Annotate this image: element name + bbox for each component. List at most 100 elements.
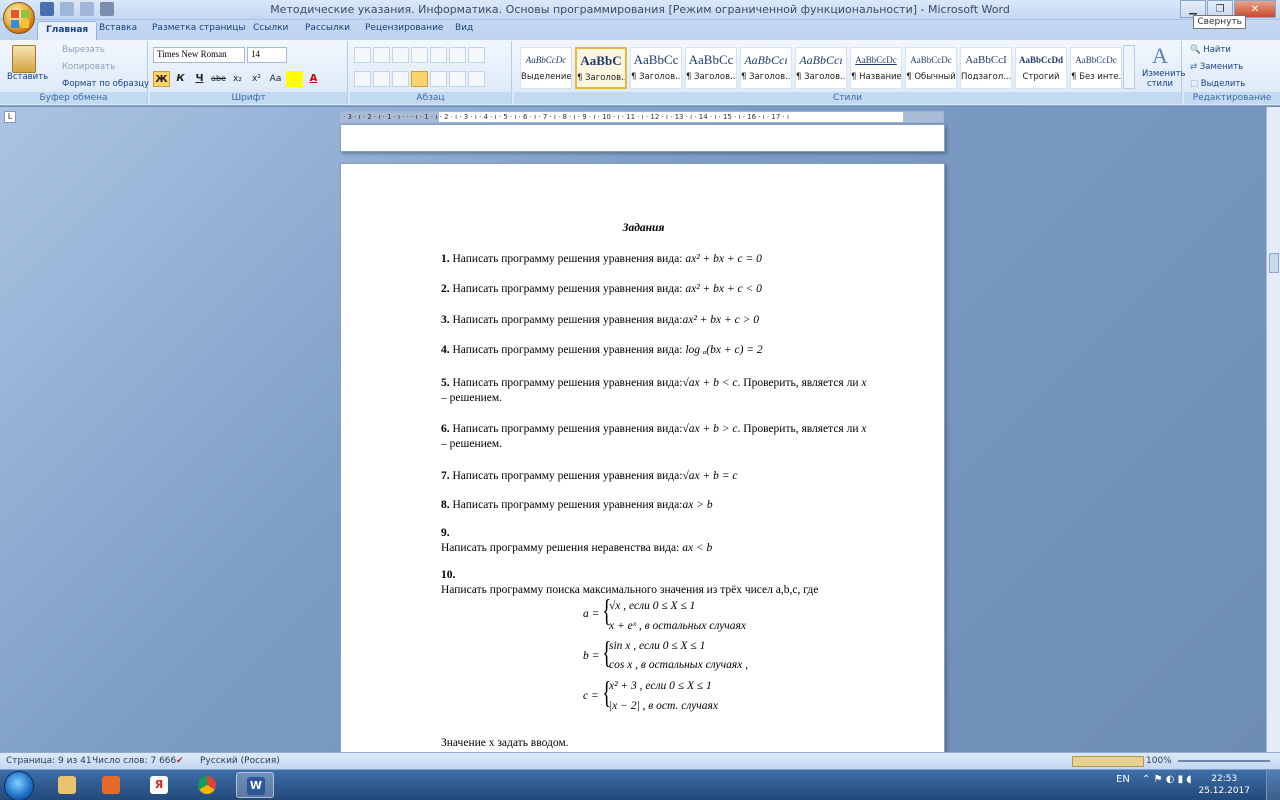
clock-time: 22:53 [1211,774,1238,784]
taskbar-chrome[interactable] [188,772,226,798]
style-item[interactable]: AaBbCcDc Выделение [520,47,572,89]
vertical-scrollbar[interactable] [1266,107,1280,752]
tab-view[interactable]: Вид [455,23,473,33]
styles-scroll-icon[interactable] [1123,45,1135,89]
paste-icon[interactable] [12,45,36,73]
bold-button[interactable]: Ж [153,71,170,87]
sort-icon[interactable] [449,47,466,63]
word-icon: W [247,777,265,795]
shading-icon[interactable] [449,71,466,87]
font-name-select[interactable]: Times New Roman [153,47,245,63]
taskbar-word[interactable]: W [236,772,274,798]
start-button[interactable] [4,771,34,800]
task-text: Написать программу решения уравнения вид… [452,423,683,435]
select-button[interactable]: ⬚ Выделить [1190,79,1245,89]
font-color-button[interactable]: A [305,71,322,87]
document-page[interactable]: Задания 1. Написать программу решения ур… [340,163,945,752]
change-styles-button[interactable]: A Изменить стили [1142,43,1186,89]
tab-page-layout[interactable]: Разметка страницы [152,23,246,33]
tab-home[interactable]: Главная [37,21,98,40]
task-7: 7. Написать программу решения уравнения … [441,469,911,484]
style-item[interactable]: AaBbCcDc ¶ Без инте... [1070,47,1122,89]
replace-button[interactable]: ⇄ Заменить [1190,62,1243,72]
tab-references[interactable]: Ссылки [253,23,288,33]
change-case-button[interactable]: Aa [267,71,284,87]
scrollbar-thumb[interactable] [1269,253,1279,273]
document-area[interactable]: L · 3 · ı · 2 · ı · 1 · ı · · · ı · 1 · … [0,107,1266,752]
show-marks-icon[interactable] [468,47,485,63]
style-item[interactable]: AaBbCc ¶ Заголов... [630,47,682,89]
chrome-icon [198,776,216,794]
spellcheck-icon[interactable]: ✔ [176,756,184,766]
piecewise-a-name: a = [583,608,600,620]
status-language[interactable]: Русский (Россия) [200,756,280,766]
increase-indent-icon[interactable] [430,47,447,63]
style-item[interactable]: AaBbCcı ¶ Заголов... [740,47,792,89]
task-text: Написать программу поиска максимального … [441,584,819,596]
tab-selector-button[interactable]: L [4,111,16,123]
zoom-slider[interactable] [1178,760,1270,762]
line-spacing-icon[interactable] [430,71,447,87]
highlight-color-icon[interactable] [286,71,303,87]
task-number: 7. [441,470,450,482]
strikethrough-button[interactable]: abe [210,71,227,87]
tray-icons[interactable]: ⌃ ⚑ ◐ ▮ ◖ [1142,774,1192,785]
style-item[interactable]: AaBbC ¶ Заголов... [575,47,627,89]
taskbar-yandex[interactable]: Я [140,772,178,798]
justify-icon[interactable] [411,71,428,87]
multilevel-list-icon[interactable] [392,47,409,63]
style-item[interactable]: AaBbCcı ¶ Заголов... [795,47,847,89]
task-5: 5. Написать программу решения уравнения … [441,376,911,406]
style-sample: AaBbCcı [744,53,788,67]
bullets-icon[interactable] [354,47,371,63]
windows-taskbar: Я W EN ⌃ ⚑ ◐ ▮ ◖ 22:53 25.12.2017 [0,769,1280,800]
cut-button[interactable]: Вырезать [62,45,105,55]
taskbar-media-player[interactable] [92,772,130,798]
show-desktop-button[interactable] [1266,770,1280,800]
align-right-icon[interactable] [392,71,409,87]
find-icon: 🔍 [1190,45,1201,55]
paste-button[interactable]: Вставить [7,72,48,82]
ribbon: Вставить Вырезать Копировать Формат по о… [0,40,1280,106]
style-item[interactable]: AaBbCcDd Строгий [1015,47,1067,89]
status-page[interactable]: Страница: 9 из 41 [6,756,92,766]
align-left-icon[interactable] [354,71,371,87]
task-text-after: . Проверить, является ли [737,377,859,389]
horizontal-ruler[interactable]: · 3 · ı · 2 · ı · 1 · ı · · · ı · 1 · ı … [340,111,944,123]
task-formula: √ax + b = c [682,470,738,482]
superscript-button[interactable]: x² [248,71,265,87]
decrease-indent-icon[interactable] [411,47,428,63]
style-item[interactable]: AaBbCcI Подзагол... [960,47,1012,89]
clock[interactable]: 22:53 25.12.2017 [1198,773,1250,797]
tab-insert[interactable]: Вставка [99,23,137,33]
taskbar-explorer[interactable] [48,772,86,798]
tab-mailings[interactable]: Рассылки [305,23,350,33]
task-number: 4. [441,344,450,356]
format-painter-button[interactable]: Формат по образцу [62,79,149,89]
style-item[interactable]: AaBbCcDc ¶ Название [850,47,902,89]
office-button[interactable] [3,2,35,34]
numbering-icon[interactable] [373,47,390,63]
font-size-select[interactable]: 14 [247,47,287,63]
task-number: 8. [441,499,450,511]
copy-button[interactable]: Копировать [62,62,115,72]
piecewise-c-case2: |x − 2| , в ост. случаях [609,700,718,712]
borders-icon[interactable] [468,71,485,87]
align-center-icon[interactable] [373,71,390,87]
style-item[interactable]: AaBbCcDc ¶ Обычный [905,47,957,89]
style-sample: AaBbCcDc [855,55,897,65]
minimize-tooltip: Свернуть [1193,15,1246,29]
subscript-button[interactable]: x₂ [229,71,246,87]
find-button[interactable]: 🔍 Найти [1190,45,1231,55]
view-buttons[interactable] [1072,756,1144,767]
task-number: 10. [441,569,456,581]
italic-button[interactable]: К [172,71,189,87]
status-words[interactable]: Число слов: 7 666 [92,756,176,766]
input-language[interactable]: EN [1116,774,1130,785]
styles-group-label: Стили [514,92,1181,104]
style-item[interactable]: AaBbCc ¶ Заголов... [685,47,737,89]
style-label: Выделение [521,72,571,82]
tab-review[interactable]: Рецензирование [365,23,443,33]
zoom-level[interactable]: 100% [1146,756,1172,766]
underline-button[interactable]: Ч [191,71,208,87]
